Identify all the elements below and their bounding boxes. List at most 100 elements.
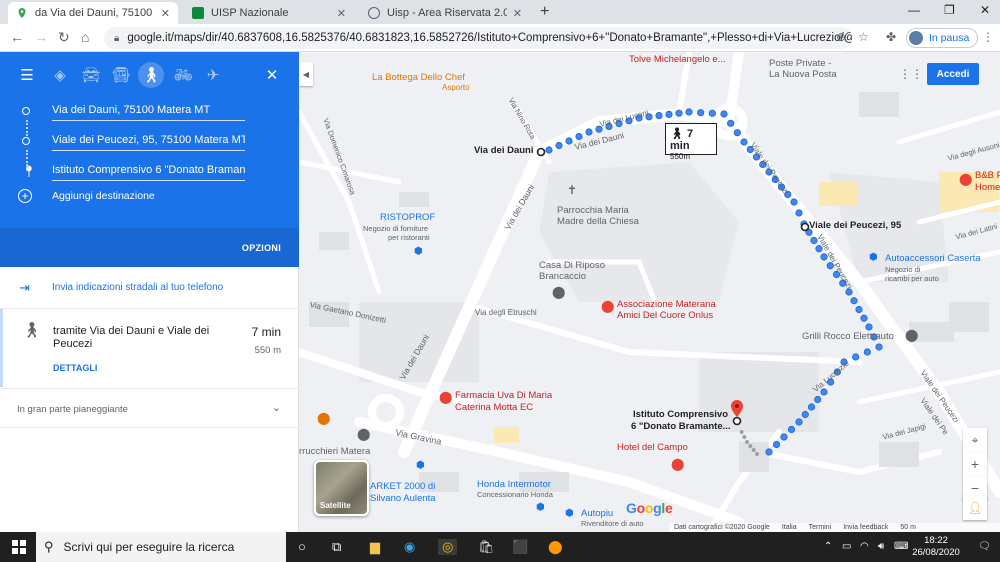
- pegman-icon[interactable]: 👤︎: [963, 496, 987, 520]
- satellite-toggle[interactable]: Satellite: [314, 460, 369, 516]
- waypoint-origin[interactable]: Via dei Dauni, 75100 Matera MT: [0, 102, 299, 122]
- shop-pin-icon[interactable]: ⬢: [565, 508, 574, 519]
- forward-icon[interactable]: →: [34, 29, 48, 45]
- windows-start-icon[interactable]: [12, 540, 26, 554]
- scale-label[interactable]: 50 m: [900, 524, 916, 531]
- map-poi-autopiu-1[interactable]: Autopiu: [581, 508, 613, 519]
- best-route-icon[interactable]: ◈: [47, 62, 73, 88]
- options-button[interactable]: OPZIONI: [242, 243, 281, 253]
- map-poi-casa-1[interactable]: Casa Di Riposo: [539, 260, 605, 271]
- taskbar-search[interactable]: ⚲ Scrivi qui per eseguire la ricerca: [36, 532, 286, 562]
- stop-marker-label[interactable]: Viale dei Peucezi, 95: [809, 220, 901, 231]
- minimize-icon[interactable]: —: [908, 3, 920, 17]
- edge-icon[interactable]: ◉: [404, 539, 415, 555]
- destination-input[interactable]: Istituto Comprensivo 6 "Donato Bramante": [52, 164, 245, 181]
- map-poi-tolve[interactable]: Tolve Michelangelo e...: [629, 54, 726, 65]
- store-icon[interactable]: 🛍︎: [478, 539, 495, 555]
- details-button[interactable]: DETTAGLI: [53, 363, 97, 373]
- acrobat-icon[interactable]: ⬛: [512, 539, 528, 555]
- association-pin-icon[interactable]: ⬤: [601, 299, 614, 313]
- map-poi-autoacc[interactable]: Autoaccessori Caserta: [885, 253, 981, 264]
- sign-in-button[interactable]: Accedi: [927, 63, 979, 85]
- send-to-phone-row[interactable]: ⇥ Invia indicazioni stradali al tuo tele…: [0, 267, 299, 309]
- reload-icon[interactable]: ↻: [58, 29, 70, 46]
- stop-input[interactable]: Viale dei Peucezi, 95, 75100 Matera MT: [52, 134, 245, 151]
- network-icon[interactable]: ◠: [860, 541, 869, 552]
- chevron-down-icon[interactable]: ⌄: [272, 401, 281, 414]
- menu-dots-icon[interactable]: ⋮: [982, 30, 994, 44]
- tab-uisp-area[interactable]: Uisp - Area Riservata 2.0 ✕: [360, 2, 530, 24]
- zoom-icon[interactable]: ⊕: [836, 30, 846, 44]
- map-poi-poste-2[interactable]: La Nuova Posta: [769, 69, 837, 80]
- url-field[interactable]: 🔒︎ google.it/maps/dir/40.6837608,16.5825…: [104, 27, 852, 49]
- flight-icon[interactable]: ✈: [200, 62, 226, 88]
- map-poi-ristoprof[interactable]: RISTOPROF: [380, 212, 435, 223]
- church-icon[interactable]: ✝: [567, 183, 577, 197]
- shop-pin-icon[interactable]: ⬢: [414, 246, 423, 257]
- close-directions-icon[interactable]: ✕: [259, 62, 285, 88]
- waypoint-stop[interactable]: Viale dei Peucezi, 95, 75100 Matera MT: [0, 132, 299, 152]
- shop-pin-icon[interactable]: ⬢: [536, 502, 545, 513]
- map-poi-poste-1[interactable]: Poste Private -: [769, 58, 831, 69]
- destination-label-1[interactable]: Istituto Comprensivo: [633, 409, 728, 420]
- car-icon[interactable]: 🚘︎: [78, 62, 104, 88]
- map-poi-assoc-1[interactable]: Associazione Materana: [617, 299, 716, 310]
- map-poi-parrucchieri[interactable]: rrucchieri Matera: [299, 446, 370, 457]
- map-poi-grilli[interactable]: Grilli Rocco Elettrauto: [802, 331, 894, 342]
- my-location-icon[interactable]: ⌖: [963, 428, 987, 452]
- maximize-icon[interactable]: ❐: [944, 3, 955, 17]
- notifications-icon[interactable]: 🗨︎: [978, 541, 991, 552]
- home-icon[interactable]: ⌂: [81, 29, 89, 45]
- back-icon[interactable]: ←: [10, 29, 24, 45]
- close-tab-icon[interactable]: ✕: [161, 7, 170, 20]
- map-poi-market-1[interactable]: ARKET 2000 di: [370, 481, 435, 492]
- extensions-icon[interactable]: ✤: [886, 30, 896, 44]
- terms-link[interactable]: Termini: [809, 524, 832, 531]
- hotel-pin-icon[interactable]: ⬤: [959, 172, 972, 186]
- close-tab-icon[interactable]: ✕: [513, 7, 522, 20]
- map-poi-farmacia-1[interactable]: Farmacia Uva Di Maria: [455, 390, 552, 401]
- feedback-link[interactable]: Invia feedback: [843, 524, 888, 531]
- map-poi-hotel[interactable]: Hotel del Campo: [617, 442, 688, 453]
- map-canvas[interactable]: ◀ ⋮⋮⋮ Accedi 🚶︎ 7 min 550m Tolve Michela…: [299, 52, 1000, 532]
- place-pin-icon[interactable]: ⬤: [905, 328, 918, 342]
- task-view-icon[interactable]: ⧉: [332, 539, 341, 555]
- close-tab-icon[interactable]: ✕: [337, 7, 346, 20]
- map-poi-honda-1[interactable]: Honda Intermotor: [477, 479, 551, 490]
- bookmark-star-icon[interactable]: ☆: [858, 30, 869, 44]
- collapse-panel-button[interactable]: ◀: [299, 62, 313, 86]
- new-tab-button[interactable]: +: [540, 3, 549, 21]
- route-option[interactable]: 🚶︎ tramite Via dei Dauni e Viale dei Peu…: [0, 309, 299, 387]
- map-poi-parrocchia-1[interactable]: Parrocchia Maria: [557, 205, 629, 216]
- waypoint-destination[interactable]: 📍︎ Istituto Comprensivo 6 "Donato Braman…: [0, 162, 299, 182]
- shop-pin-icon[interactable]: ⬢: [869, 252, 878, 263]
- close-window-icon[interactable]: ✕: [980, 3, 990, 17]
- transit-icon[interactable]: 🚍︎: [108, 62, 134, 88]
- file-explorer-icon[interactable]: ▆: [370, 539, 380, 555]
- pharmacy-pin-icon[interactable]: ⬤: [439, 390, 452, 404]
- origin-marker-label[interactable]: Via dei Dauni: [474, 145, 533, 156]
- country-link[interactable]: Italia: [782, 524, 797, 531]
- place-pin-icon[interactable]: ⬤: [552, 285, 565, 299]
- volume-icon[interactable]: 🔊︎: [878, 541, 884, 552]
- tray-chevron-icon[interactable]: ⌃: [824, 541, 832, 552]
- cortana-icon[interactable]: ○: [298, 539, 306, 554]
- place-pin-icon[interactable]: ⬤: [357, 427, 370, 441]
- tab-uisp[interactable]: UISP Nazionale ✕: [184, 2, 354, 24]
- add-destination-button[interactable]: + Aggiungi destinazione: [18, 189, 155, 203]
- taskbar-clock[interactable]: 18:22 26/08/2020: [906, 535, 966, 559]
- origin-input[interactable]: Via dei Dauni, 75100 Matera MT: [52, 104, 245, 121]
- battery-icon[interactable]: ▭: [842, 541, 851, 552]
- map-poi-bottega[interactable]: La Bottega Dello Chef: [372, 72, 465, 83]
- food-pin-icon[interactable]: ⬤: [317, 411, 330, 425]
- bicycle-icon[interactable]: 🚲︎: [170, 62, 196, 88]
- hamburger-menu-icon[interactable]: ☰: [14, 62, 40, 88]
- hotel-pin-icon[interactable]: ⬤: [671, 457, 684, 471]
- zoom-in-button[interactable]: +: [963, 452, 987, 476]
- walking-icon[interactable]: 🚶︎: [138, 62, 164, 88]
- elevation-row[interactable]: In gran parte pianeggiante ⌄: [0, 388, 299, 428]
- profile-button[interactable]: In pausa: [906, 28, 979, 48]
- app-icon[interactable]: ⬤: [548, 539, 563, 555]
- chrome-icon[interactable]: ◎: [438, 539, 458, 555]
- shop-pin-icon[interactable]: ⬢: [416, 460, 425, 471]
